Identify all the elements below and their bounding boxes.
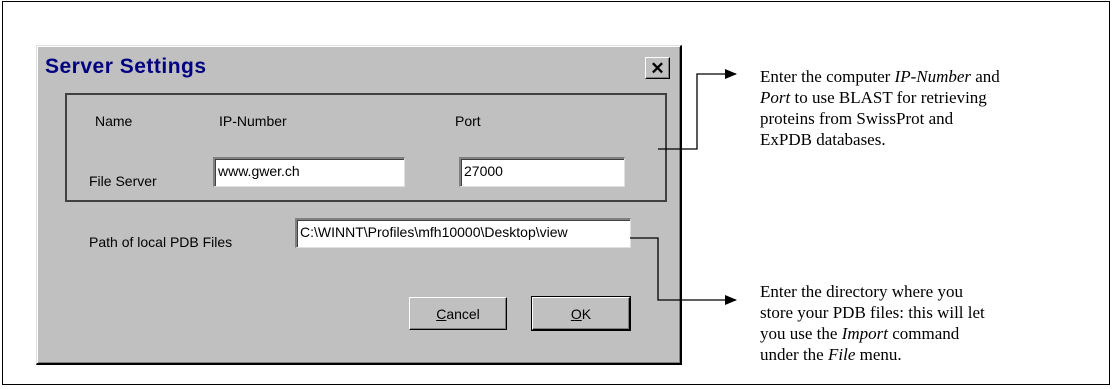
callout-arrow-top xyxy=(658,69,737,150)
note-bottom-l4-pre: under the xyxy=(760,345,828,364)
note-top-l3: proteins from SwissProt and xyxy=(760,109,954,128)
note-top-l1-post: and xyxy=(971,67,1000,86)
note-bottom-l1: Enter the directory where you xyxy=(760,282,963,301)
note-bottom-l3-post: command xyxy=(887,324,960,343)
annotation-ip-port: Enter the computer IP-Number and Port to… xyxy=(760,66,1000,150)
note-top-l2-post: to use BLAST for retrieving xyxy=(790,88,987,107)
note-top-l1-em: IP-Number xyxy=(894,67,972,86)
annotation-pdb-path: Enter the directory where you store your… xyxy=(760,281,985,365)
note-bottom-l2: store your PDB files: this will let xyxy=(760,303,985,322)
note-top-l1-pre: Enter the computer xyxy=(760,67,895,86)
note-top-l2-em: Port xyxy=(760,88,791,107)
note-top-l4: ExPDB databases. xyxy=(760,130,886,149)
callout-arrow-bottom xyxy=(630,237,737,305)
note-bottom-l4-post: menu. xyxy=(855,345,902,364)
note-bottom-l4-em: File xyxy=(827,345,856,364)
note-bottom-l3-pre: you use the xyxy=(760,324,842,343)
note-bottom-l3-em: Import xyxy=(841,324,888,343)
